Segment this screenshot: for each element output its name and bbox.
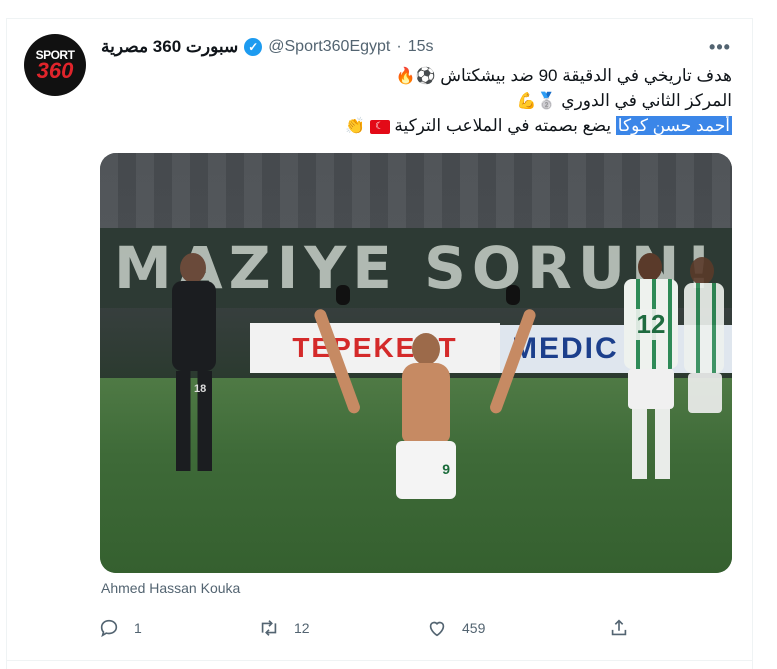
user-handle[interactable]: @Sport360Egypt [268,38,390,56]
photo-main-player-number: 9 [442,461,450,477]
tweet-line-3: أحمد حسن كوكا يضع بصمته في الملاعب الترك… [132,113,732,138]
tweet-line-1-emojis: ⚽🔥 [395,66,436,85]
timestamp[interactable]: 15s [408,38,434,56]
tweet-line-1-text: هدف تاريخي في الدقيقة 90 ضد بيشكتاش [440,66,732,85]
reply-count: 1 [134,620,142,636]
reply-button[interactable]: 1 [98,612,142,644]
tweet-text: هدف تاريخي في الدقيقة 90 ضد بيشكتاش ⚽🔥 ا… [132,63,732,138]
tweet-header: سبورت 360 مصرية ✓ @Sport360Egypt · 15s [101,36,433,58]
retweet-count: 12 [294,620,310,636]
tweet-photo[interactable]: MAZIYE SORUN! TEPEKENT MEDIC 18 9 12 [100,153,732,573]
avatar[interactable]: SPORT 360 [24,34,86,96]
retweet-button[interactable]: 12 [258,612,310,644]
selected-text-highlight[interactable]: أحمد حسن كوكا [615,116,732,135]
share-button[interactable] [608,612,630,644]
photo-player-green-kit-2 [680,257,724,457]
separator-dot: · [396,38,402,55]
photo-player-green-kit: 12 [620,253,680,483]
photo-caption: Ahmed Hassan Kouka [101,580,241,596]
avatar-logo-number: 360 [36,58,74,83]
share-icon [611,619,627,636]
tweet-line-2-emojis: 🥈💪 [516,91,557,110]
photo-black-player-number: 18 [194,383,207,395]
more-options-icon[interactable]: ••• [706,36,734,58]
tweet-line-2: المركز الثاني في الدوري 🥈💪 [132,88,732,113]
turkey-flag-icon: ☾ [369,119,390,134]
photo-player-black-kit: 18 [168,253,218,473]
photo-adboard-left: TEPEKENT [250,323,500,373]
retweet-icon [261,620,277,636]
like-button[interactable]: 459 [426,612,485,644]
tweet-line-3-emojis: 👏 [344,116,365,135]
reply-icon [100,619,118,638]
tweet-line-1: هدف تاريخي في الدقيقة 90 ضد بيشكتاش ⚽🔥 [132,63,732,88]
heart-icon [429,621,445,637]
display-name[interactable]: سبورت 360 مصرية [101,37,238,57]
tweet-line-2-text: المركز الثاني في الدوري [561,91,732,110]
tweet-actions: 1 12 459 [98,612,638,644]
like-count: 459 [462,620,486,636]
photo-green-player-number: 12 [634,308,668,340]
tweet-line-3-text: يضع بصمته في الملاعب التركية [394,116,616,135]
photo-player-celebrating: 9 [312,285,538,543]
card-divider [6,660,753,661]
verified-badge-icon: ✓ [244,38,263,56]
